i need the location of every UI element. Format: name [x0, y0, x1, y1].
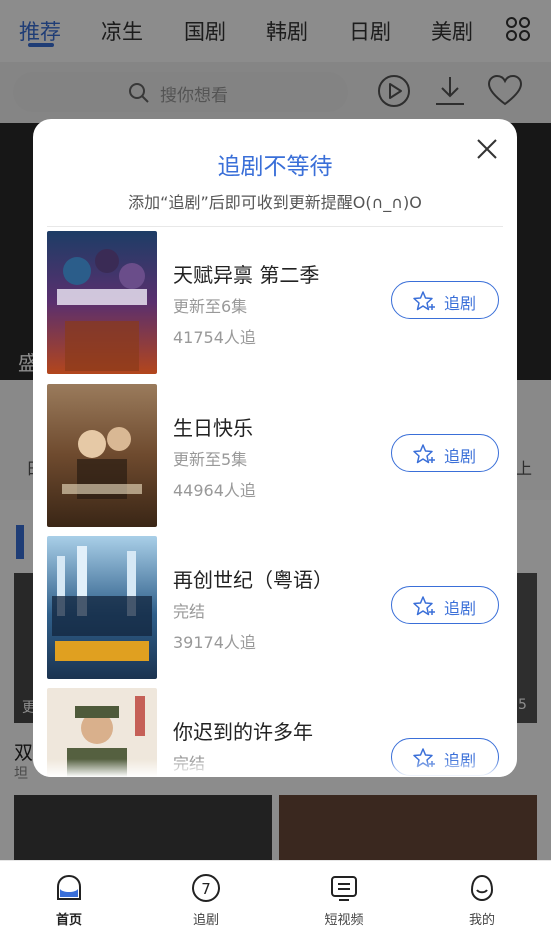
- follow-button-label: 追剧: [444, 599, 477, 618]
- drama-poster[interactable]: [47, 231, 157, 374]
- nav-home-label: 首页: [55, 913, 82, 928]
- drama-title: 你迟到的许多年: [173, 720, 313, 744]
- star-plus-icon: [413, 596, 435, 616]
- nav-follow[interactable]: 7 追剧: [166, 873, 246, 928]
- dialog-divider: [47, 226, 503, 227]
- bottom-nav: 首页 7 追剧 短视频 我的: [0, 860, 551, 939]
- star-plus-icon: [413, 291, 435, 311]
- nav-profile[interactable]: 我的: [442, 873, 522, 928]
- svg-text:7: 7: [201, 880, 211, 898]
- follow-drama-dialog: 追剧不等待 添加“追剧”后即可收到更新提醒O(∩_∩)O 天赋异禀 第二季 更新…: [33, 119, 517, 777]
- star-plus-icon: [413, 444, 435, 464]
- drama-list-item[interactable]: 生日快乐 更新至5集 44964人追 追剧: [47, 384, 503, 527]
- drama-status: 更新至5集: [173, 450, 248, 469]
- list-fade: [33, 759, 517, 777]
- nav-short-video[interactable]: 短视频: [304, 873, 384, 928]
- nav-home[interactable]: 首页: [29, 873, 109, 928]
- drama-poster[interactable]: [47, 536, 157, 679]
- drama-title: 天赋异禀 第二季: [173, 263, 320, 287]
- drama-title: 再创世纪（粤语）: [173, 568, 333, 592]
- follow-icon: 7: [192, 874, 220, 902]
- follow-button[interactable]: 追剧: [391, 586, 499, 624]
- drama-title: 生日快乐: [173, 416, 253, 440]
- profile-icon: [470, 874, 494, 902]
- dialog-subtitle: 添加“追剧”后即可收到更新提醒O(∩_∩)O: [128, 193, 422, 212]
- follow-button-label: 追剧: [444, 294, 477, 313]
- drama-list-item[interactable]: 再创世纪（粤语） 完结 39174人追 追剧: [47, 536, 503, 679]
- drama-status: 完结: [173, 602, 206, 621]
- home-icon: [57, 874, 81, 900]
- drama-follow-count: 39174人追: [173, 633, 256, 652]
- drama-follow-count: 44964人追: [173, 481, 256, 500]
- nav-short-video-label: 短视频: [324, 913, 364, 928]
- follow-button-label: 追剧: [444, 447, 477, 466]
- drama-poster[interactable]: [47, 384, 157, 527]
- follow-button[interactable]: 追剧: [391, 434, 499, 472]
- drama-list-item[interactable]: 天赋异禀 第二季 更新至6集 41754人追 追剧: [47, 231, 503, 374]
- nav-profile-label: 我的: [468, 913, 495, 928]
- close-icon[interactable]: [473, 135, 501, 163]
- drama-status: 更新至6集: [173, 297, 248, 316]
- dialog-title: 追剧不等待: [217, 154, 333, 180]
- follow-button[interactable]: 追剧: [391, 281, 499, 319]
- short-video-icon: [331, 876, 357, 901]
- nav-follow-label: 追剧: [192, 913, 219, 928]
- drama-follow-count: 41754人追: [173, 328, 256, 347]
